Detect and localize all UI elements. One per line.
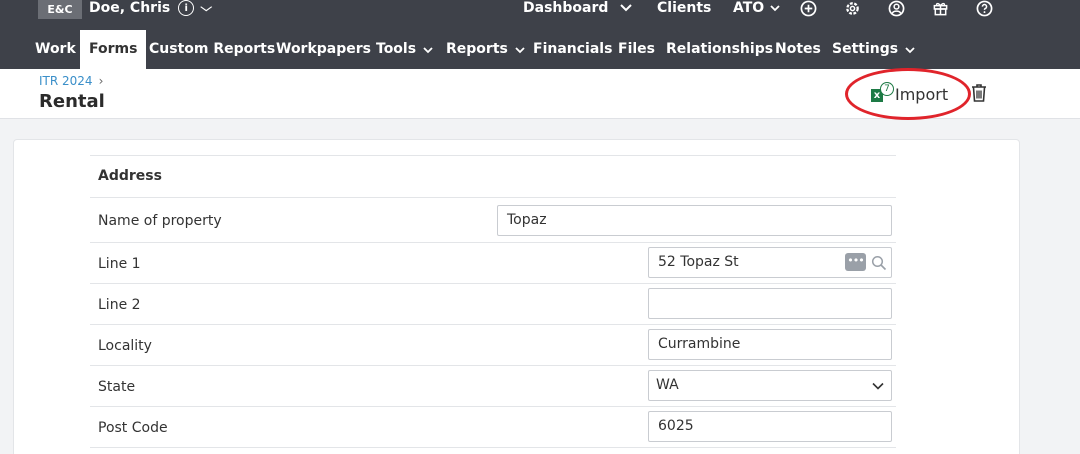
chevron-down-icon xyxy=(620,4,632,12)
line1-input[interactable]: 52 Topaz St ••• xyxy=(648,247,892,278)
post-code-input[interactable]: 6025 xyxy=(648,411,892,442)
menu-relationships[interactable]: Relationships xyxy=(657,30,782,69)
clients-label: Clients xyxy=(657,0,712,16)
form-row-divider xyxy=(90,447,896,454)
menu-financials[interactable]: Financials xyxy=(524,30,621,69)
menu-reports-label: Reports xyxy=(446,41,508,57)
form-card: Address Name of property Topaz Line 1 52… xyxy=(13,139,1020,454)
breadcrumb-separator: › xyxy=(98,74,104,88)
menu-tools[interactable]: Tools xyxy=(367,30,440,69)
page-title: Rental xyxy=(39,91,105,112)
line1-value: 52 Topaz St xyxy=(658,254,739,270)
menu-notes[interactable]: Notes xyxy=(766,30,830,69)
ato-label: ATO xyxy=(733,0,765,16)
locality-input[interactable]: Currambine xyxy=(648,329,892,360)
breadcrumb: ITR 2024 › xyxy=(39,74,103,88)
form-row-line2: Line 2 xyxy=(90,283,896,324)
clients-link[interactable]: Clients xyxy=(657,0,711,18)
form-row-post-code: Post Code 6025 xyxy=(90,406,896,447)
help-circle-icon[interactable] xyxy=(974,0,994,18)
firm-logo: E&C xyxy=(38,0,82,19)
form-row-name-of-property: Name of property Topaz xyxy=(90,197,896,242)
top-bar: E&C Doe, Chris i ⌵ Dashboard Clients ATO xyxy=(0,0,1080,30)
breadcrumb-itr-2024[interactable]: ITR 2024 xyxy=(39,74,93,88)
dashboard-dropdown[interactable] xyxy=(620,0,632,18)
gift-icon[interactable] xyxy=(930,0,950,18)
form-row-state: State WA xyxy=(90,365,896,406)
field-label-line2: Line 2 xyxy=(98,297,141,313)
search-icon[interactable] xyxy=(871,255,887,271)
menu-reports[interactable]: Reports xyxy=(437,30,532,69)
chevron-down-icon[interactable]: ⌵ xyxy=(201,1,213,15)
field-label-locality: Locality xyxy=(98,338,152,354)
menu-custom-reports[interactable]: Custom Reports xyxy=(140,30,284,69)
section-title: Address xyxy=(98,168,162,184)
menu-settings-label: Settings xyxy=(832,41,899,57)
menu-tools-label: Tools xyxy=(376,41,417,57)
dashboard-link[interactable]: Dashboard xyxy=(523,0,608,18)
menu-work[interactable]: Work xyxy=(26,30,85,69)
client-name: Doe, Chris xyxy=(89,0,171,16)
field-label-state: State xyxy=(98,379,136,395)
dashboard-label: Dashboard xyxy=(523,0,609,16)
chevron-down-icon xyxy=(770,4,780,11)
menu-forms[interactable]: Forms xyxy=(80,30,147,69)
more-options-icon[interactable]: ••• xyxy=(845,253,866,271)
form-row-line1: Line 1 52 Topaz St ••• xyxy=(90,242,896,283)
main-menu: Work Forms Custom Reports Workpapers Too… xyxy=(0,30,1080,69)
menu-files[interactable]: Files xyxy=(609,30,664,69)
user-circle-icon[interactable] xyxy=(886,0,906,18)
line2-input[interactable] xyxy=(648,288,892,319)
field-label-post-code: Post Code xyxy=(98,420,168,436)
gear-icon[interactable] xyxy=(842,0,862,18)
state-select[interactable]: WA xyxy=(648,370,892,401)
menu-workpapers[interactable]: Workpapers xyxy=(267,30,380,69)
trash-icon[interactable] xyxy=(970,83,988,103)
field-label-line1: Line 1 xyxy=(98,256,141,272)
plus-circle-icon[interactable] xyxy=(798,0,818,18)
chevron-down-icon xyxy=(872,382,884,390)
name-of-property-input[interactable]: Topaz xyxy=(497,205,892,236)
menu-settings[interactable]: Settings xyxy=(823,30,922,69)
highlight-circle-annotation xyxy=(845,68,971,120)
ato-menu[interactable]: ATO xyxy=(733,0,780,18)
chevron-down-icon xyxy=(905,47,915,54)
chevron-down-icon xyxy=(423,47,433,54)
state-value: WA xyxy=(656,377,679,393)
info-icon[interactable]: i xyxy=(178,0,195,16)
client-selector[interactable]: Doe, Chris i ⌵ xyxy=(89,0,213,18)
section-header-address: Address xyxy=(90,155,896,197)
form-row-locality: Locality Currambine xyxy=(90,324,896,365)
field-label-name-of-property: Name of property xyxy=(98,213,222,229)
